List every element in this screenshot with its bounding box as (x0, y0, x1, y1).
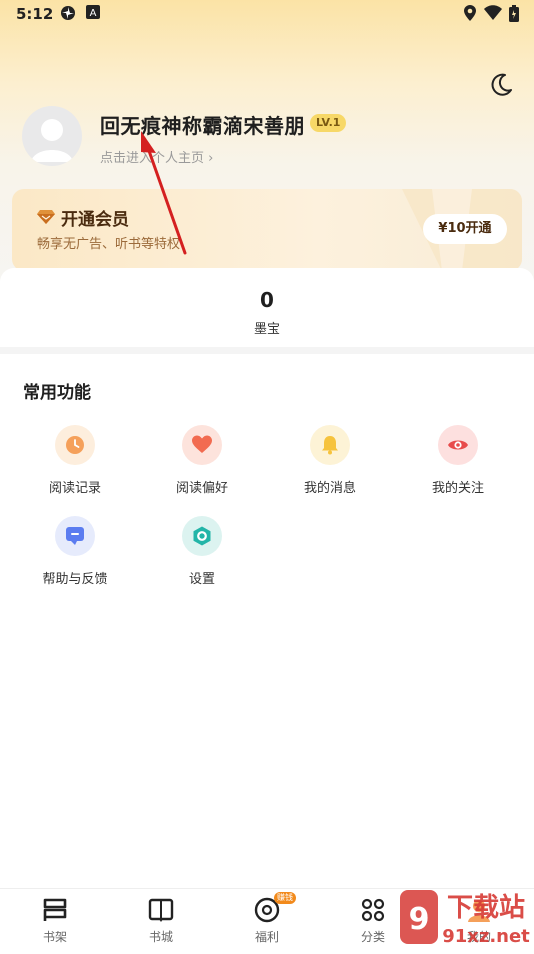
nav-item-bookstore[interactable]: 书城 (106, 889, 216, 951)
func-my-follows[interactable]: 我的关注 (398, 425, 518, 505)
func-label: 设置 (188, 572, 215, 587)
username[interactable]: 回无痕神称霸滴宋善朋 (100, 110, 305, 139)
bell-icon (310, 425, 350, 465)
a-box-icon: A (86, 5, 100, 23)
eye-icon (438, 425, 478, 465)
pinwheel-icon (60, 5, 76, 25)
diamond-icon (37, 209, 55, 228)
status-time: 5:12 (16, 5, 54, 23)
vip-subtitle: 畅享无广告、听书等特权 (37, 237, 181, 252)
section-title-functions: 常用功能 (23, 383, 91, 403)
nav-label: 书城 (148, 930, 173, 944)
bookshelf-icon (43, 898, 67, 921)
svg-text:A: A (90, 8, 97, 19)
nav-label: 福利 (254, 930, 279, 944)
clock-icon (55, 425, 95, 465)
vip-title: 开通会员 (61, 210, 129, 230)
nav-item-bookshelf[interactable]: 书架 (0, 889, 110, 951)
func-label: 我的关注 (431, 481, 484, 496)
heart-icon (182, 425, 222, 465)
avatar[interactable] (22, 106, 82, 166)
mobao-label: 墨宝 (253, 322, 280, 337)
func-label: 阅读偏好 (175, 481, 228, 496)
profile-link[interactable]: 点击进入个人主页 › (100, 147, 213, 166)
level-badge: LV.1 (310, 114, 347, 132)
func-reading-preference[interactable]: 阅读偏好 (142, 425, 262, 505)
nav-item-welfare[interactable]: 福利 (212, 889, 322, 951)
moon-icon[interactable] (486, 70, 516, 100)
status-bar: 5:12 A (0, 0, 534, 28)
svg-text:91xz.net: 91xz.net (442, 926, 530, 947)
vip-open-button[interactable]: ¥10开通 (423, 214, 507, 244)
func-reading-history[interactable]: 阅读记录 (15, 425, 135, 505)
func-my-messages[interactable]: 我的消息 (270, 425, 390, 505)
wifi-icon (484, 5, 502, 24)
book-icon (148, 898, 174, 922)
func-label: 阅读记录 (48, 481, 101, 496)
watermark-logo: 9 下载站 91xz.net (396, 884, 534, 950)
svg-text:9: 9 (409, 902, 430, 937)
svg-text:下载站: 下载站 (447, 893, 525, 923)
hexagon-gear-icon (182, 516, 222, 556)
mobao-value[interactable]: 0 (0, 288, 534, 312)
func-help-feedback[interactable]: 帮助与反馈 (15, 516, 135, 596)
func-settings[interactable]: 设置 (142, 516, 262, 596)
location-icon (464, 5, 476, 25)
welfare-badge: 赚钱 (274, 892, 296, 904)
grid-icon (361, 898, 385, 922)
func-label: 帮助与反馈 (42, 572, 108, 587)
func-label: 我的消息 (303, 481, 356, 496)
battery-icon (509, 5, 519, 26)
chat-icon (55, 516, 95, 556)
default-avatar-icon (31, 119, 73, 162)
section-divider (0, 347, 534, 354)
nav-label: 书架 (42, 930, 67, 944)
